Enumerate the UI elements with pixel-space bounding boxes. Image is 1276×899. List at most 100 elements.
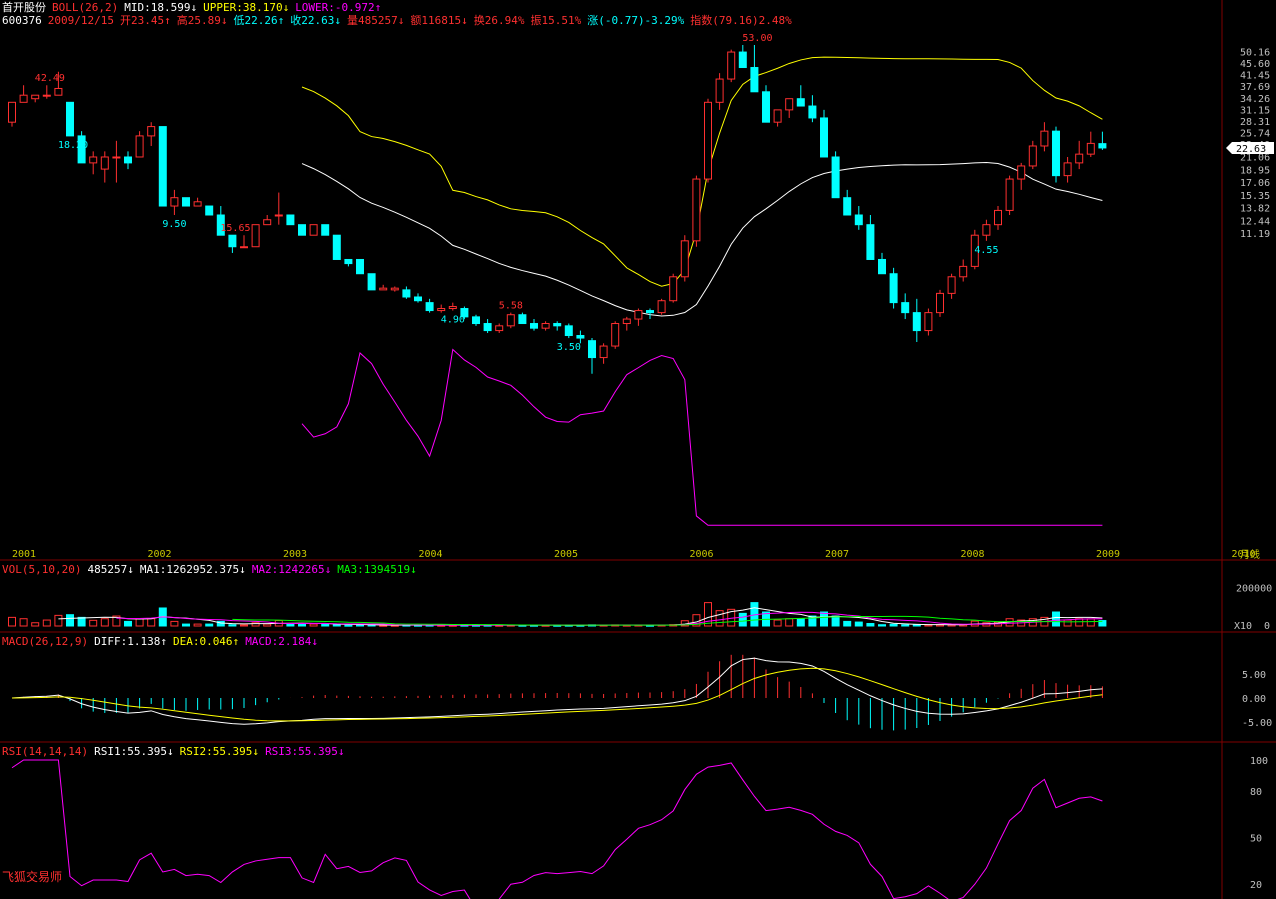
volume-bar	[704, 602, 712, 627]
candle-body	[356, 258, 364, 275]
candle-body	[1040, 130, 1049, 147]
candle-body	[959, 265, 968, 278]
volume-bar	[228, 624, 237, 627]
candle-body	[820, 117, 828, 158]
candle-body	[762, 91, 770, 123]
price-tick-label: 11.19	[1240, 229, 1270, 240]
candle-body	[506, 314, 515, 327]
volume-bar	[738, 612, 747, 627]
price-tick-label: 37.69	[1240, 82, 1270, 93]
rsi-line	[11, 759, 1103, 899]
candle-body	[1017, 165, 1026, 180]
candle-body	[599, 345, 608, 359]
candle-body	[205, 205, 214, 216]
candle-body	[1052, 130, 1060, 177]
volume-bar	[773, 619, 782, 627]
candle-body	[379, 287, 388, 291]
price-annotation: 53.00	[742, 33, 772, 44]
candle-body	[611, 323, 620, 347]
candle-body	[924, 312, 933, 332]
candle-body	[564, 325, 573, 337]
candle-body	[414, 296, 422, 302]
candle-body	[344, 258, 353, 265]
candle-body	[228, 234, 237, 248]
candle-body	[66, 101, 74, 137]
candle-body	[796, 98, 805, 107]
volume-bar	[298, 623, 306, 627]
volume-bar	[54, 614, 63, 627]
price-tick-label: 25.74	[1240, 128, 1270, 139]
macd-tick-label: 5.00	[1242, 670, 1266, 681]
stock-chart[interactable]: 50.1645.6041.4537.6934.2631.1528.3125.74…	[0, 0, 1276, 899]
candle-body	[182, 197, 190, 207]
period-label: 月线	[1240, 548, 1260, 561]
price-tick-label: 45.60	[1240, 59, 1270, 70]
candle-body	[112, 156, 121, 159]
volume-bar	[205, 623, 214, 627]
vol-unit-label: X10	[1234, 621, 1252, 632]
vol-tick-label: 0	[1264, 621, 1270, 632]
year-label: 2004	[419, 549, 443, 560]
volume-bar	[66, 614, 74, 627]
volume-bar	[321, 623, 330, 627]
vol-tick-label: 200000	[1236, 584, 1272, 595]
volume-bar	[89, 619, 98, 627]
volume-bar	[19, 618, 28, 627]
price-annotation: 18.20	[58, 140, 88, 151]
candle-body	[193, 201, 202, 207]
volume-bar	[309, 623, 318, 627]
candle-body	[31, 94, 40, 100]
candle-body	[982, 224, 991, 236]
candle-body	[158, 126, 167, 207]
year-label: 2002	[148, 549, 172, 560]
volume-bar	[147, 618, 156, 627]
candle-body	[1063, 162, 1072, 177]
candle-body	[19, 94, 28, 103]
candle-body	[901, 302, 910, 314]
volume-bar	[286, 623, 295, 627]
volume-bar	[796, 618, 805, 627]
candle-body	[100, 156, 109, 170]
candle-body	[170, 197, 179, 207]
volume-bar	[182, 623, 190, 627]
rsi-tick-label: 80	[1250, 787, 1262, 798]
volume-bar	[100, 618, 109, 627]
candle-body	[437, 308, 446, 312]
price-annotation: 3.50	[557, 342, 581, 353]
brand-label: 飞狐交易师	[2, 870, 63, 884]
candle-body	[367, 273, 376, 291]
candle-body	[622, 318, 631, 325]
year-label: 2006	[690, 549, 714, 560]
candle-body	[332, 234, 341, 260]
candle-body	[8, 101, 16, 123]
year-label: 2001	[12, 549, 36, 560]
candle-body	[634, 310, 643, 320]
price-annotation: 5.58	[499, 301, 523, 312]
candle-body	[669, 276, 678, 302]
volume-bar	[1086, 618, 1095, 627]
volume-bar	[31, 622, 40, 627]
candle-body	[518, 314, 527, 325]
volume-bar	[785, 618, 794, 627]
candle-body	[54, 87, 63, 96]
price-tick-label: 41.45	[1240, 71, 1270, 82]
candle-body	[947, 276, 956, 294]
candle-body	[321, 224, 330, 236]
price-tick-label: 28.31	[1240, 117, 1270, 128]
candle-body	[646, 310, 654, 314]
candle-body	[878, 258, 886, 275]
volume-bar	[1063, 619, 1072, 627]
vol-ma1-line	[58, 607, 1103, 626]
volume-bar	[135, 618, 144, 627]
volume-bar	[77, 616, 86, 627]
candle-body	[89, 156, 98, 164]
candle-body	[124, 156, 132, 164]
candle-body	[135, 135, 144, 158]
volume-bar	[240, 624, 248, 627]
candle-body	[843, 197, 852, 216]
price-tick-label: 50.16	[1240, 48, 1270, 59]
candle-body	[472, 316, 480, 325]
macd-diff-line	[11, 657, 1103, 725]
candle-body	[576, 335, 585, 339]
candle-body	[495, 325, 504, 332]
